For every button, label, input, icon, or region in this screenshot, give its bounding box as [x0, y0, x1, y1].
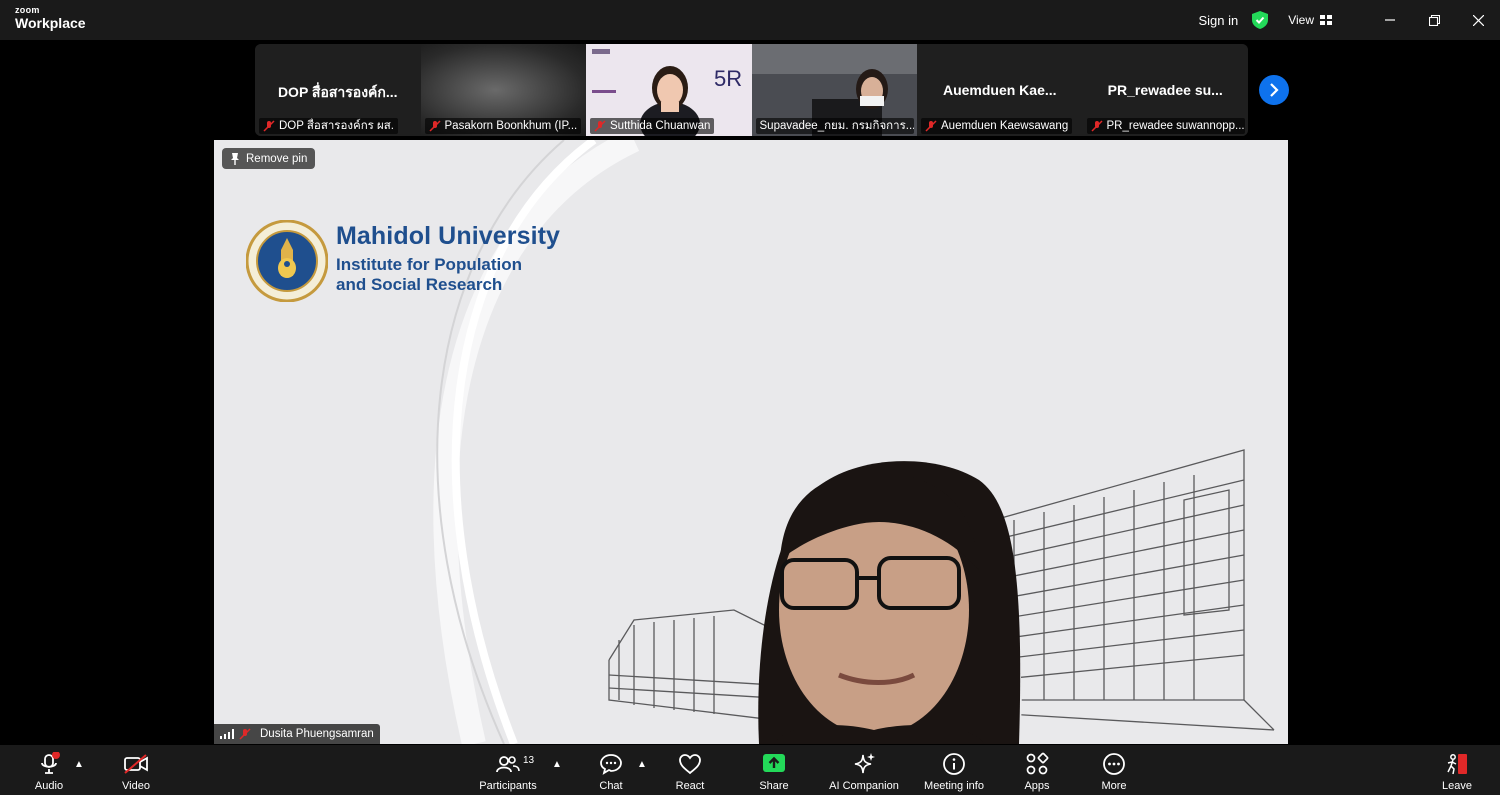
close-button[interactable] [1456, 0, 1500, 40]
participant-name: Sutthida Chuanwan [610, 120, 711, 132]
signal-strength-icon [220, 729, 234, 739]
participants-options-caret[interactable]: ▲ [552, 759, 562, 770]
audio-label: Audio [34, 780, 64, 792]
participant-name: PR_rewadee suwannopp... [1106, 120, 1245, 132]
participant-tile[interactable]: DOP สื่อสารองค์ก... DOP สื่อสารองค์กร ผส… [255, 44, 421, 136]
mahidol-wordmark: Mahidol University Institute for Populat… [336, 222, 560, 295]
mic-muted-icon [925, 120, 937, 132]
participants-icon [496, 756, 520, 773]
participant-name: DOP สื่อสารองค์กร ผส. [279, 120, 394, 132]
participant-name-tag: Supavadee_กยม. กรมกิจการ... [755, 118, 914, 134]
participant-name-tag: Pasakorn Boonkhum (IP... [424, 118, 582, 134]
pin-icon [231, 152, 239, 165]
ai-companion-button[interactable]: AI Companion [824, 745, 904, 795]
chat-label: Chat [599, 780, 623, 792]
mahidol-university-seal [246, 220, 328, 302]
meeting-info-button[interactable]: Meeting info [918, 745, 990, 795]
speaker-name: Dusita Phuengsamran [260, 728, 374, 740]
participant-display-name: DOP สื่อสารองค์ก... [277, 84, 398, 100]
sparkle-icon [854, 753, 875, 774]
audio-options-caret[interactable]: ▲ [74, 759, 84, 770]
more-icon [1103, 753, 1125, 775]
participants-label: Participants [479, 780, 537, 792]
mic-muted-icon [239, 728, 251, 740]
sign-in-link[interactable]: Sign in [1198, 13, 1238, 28]
more-button[interactable]: More [1095, 745, 1133, 795]
zoom-logo: zoom Workplace [15, 5, 86, 31]
chevron-right-icon [1270, 83, 1279, 97]
participant-name-tag: Sutthida Chuanwan [590, 118, 715, 134]
participant-thumbnail-strip: DOP สื่อสารองค์ก... DOP สื่อสารองค์กร ผส… [255, 44, 1248, 136]
participant-name: Auemduen Kaewsawang [941, 120, 1069, 132]
apps-icon [1026, 752, 1049, 775]
meeting-controls-toolbar: Audio ▲ Video Participants 13 ▲ Chat ▲ R… [0, 745, 1500, 795]
minimize-button[interactable] [1368, 0, 1412, 40]
apps-label: Apps [1024, 780, 1050, 792]
remove-pin-button[interactable]: Remove pin [222, 148, 316, 169]
svg-text:5R: 5R [714, 66, 742, 91]
participant-name: Supavadee_กยม. กรมกิจการ... [759, 120, 914, 132]
video-label: Video [122, 780, 150, 792]
meeting-info-label: Meeting info [924, 780, 984, 792]
shield-check-icon[interactable] [1252, 11, 1269, 29]
participant-name-tag: DOP สื่อสารองค์กร ผส. [259, 118, 398, 134]
react-button[interactable]: React [670, 745, 710, 795]
participant-display-name: Auemduen Kae... [942, 82, 1057, 98]
next-page-button[interactable] [1259, 75, 1289, 105]
participant-tile[interactable]: 5R Sutthida Chuanwan [586, 44, 752, 136]
participant-name-tag: Auemduen Kaewsawang [921, 118, 1073, 134]
apps-button[interactable]: Apps [1018, 745, 1056, 795]
remove-pin-label: Remove pin [246, 152, 308, 165]
participant-name-tag: PR_rewadee suwannopp... [1086, 118, 1245, 134]
more-label: More [1101, 780, 1127, 792]
mic-muted-icon [594, 120, 606, 132]
chat-bubble-icon [600, 754, 622, 775]
chat-options-caret[interactable]: ▲ [637, 759, 647, 770]
chat-button[interactable]: Chat [592, 745, 630, 795]
microphone-muted-icon [41, 752, 60, 774]
pinned-video[interactable]: Remove pin Mahidol University Institute … [214, 140, 1288, 744]
view-button[interactable]: View [1288, 13, 1332, 27]
participants-count: 13 [523, 755, 535, 766]
participant-tile[interactable]: Supavadee_กยม. กรมกิจการ... [751, 44, 917, 136]
participant-tile[interactable]: Pasakorn Boonkhum (IP... [420, 44, 586, 136]
participant-display-name: PR_rewadee su... [1107, 82, 1223, 98]
leave-icon [1447, 754, 1467, 775]
video-camera-off-icon [124, 754, 148, 774]
audio-button[interactable]: Audio [28, 745, 70, 795]
participant-name: Pasakorn Boonkhum (IP... [444, 120, 578, 132]
share-button[interactable]: Share [754, 745, 794, 795]
close-icon [1472, 14, 1484, 26]
institute-name-line2: and Social Research [336, 275, 503, 294]
participant-tile[interactable]: PR_rewadee su... PR_rewadee suwannopp... [1082, 44, 1248, 136]
share-screen-icon [763, 754, 785, 772]
university-name: Mahidol University [336, 222, 561, 250]
mic-muted-icon [263, 120, 275, 132]
share-label: Share [759, 780, 789, 792]
minimize-icon [1385, 19, 1395, 21]
info-icon [943, 753, 965, 775]
participant-tile[interactable]: Auemduen Kae... Auemduen Kaewsawang [917, 44, 1083, 136]
logo-brand-large: Workplace [15, 15, 86, 31]
ai-companion-label: AI Companion [829, 780, 899, 792]
leave-label: Leave [1442, 780, 1472, 792]
logo-brand-small: zoom [15, 5, 40, 15]
heart-icon [679, 754, 701, 775]
mic-muted-icon [428, 120, 441, 132]
institute-name-line1: Institute for Population [336, 255, 523, 274]
participants-button[interactable]: Participants [476, 745, 540, 795]
view-label: View [1288, 13, 1314, 27]
mic-muted-icon [1090, 120, 1103, 132]
video-button[interactable]: Video [114, 745, 158, 795]
react-label: React [675, 780, 705, 792]
speaker-name-tag: Dusita Phuengsamran [214, 724, 380, 744]
title-bar: zoom Workplace Sign in View [0, 0, 1500, 40]
restore-button[interactable] [1412, 0, 1456, 40]
restore-icon [1428, 14, 1440, 26]
leave-button[interactable]: Leave [1438, 745, 1476, 795]
grid-view-icon [1320, 15, 1332, 25]
